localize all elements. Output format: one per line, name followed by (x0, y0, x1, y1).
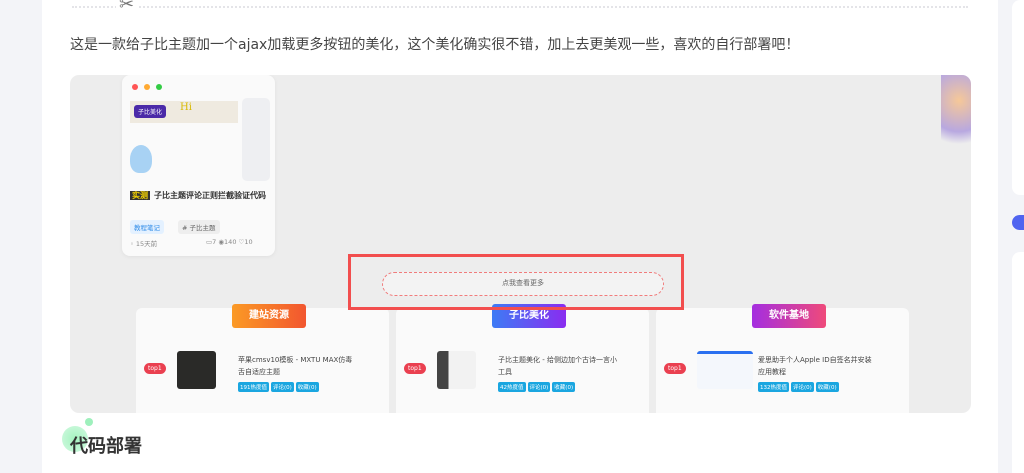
tag-chip[interactable]: # 子比主题 (178, 220, 220, 234)
mascot-image (941, 75, 971, 160)
post-time: ◦ 15天前 (130, 240, 158, 248)
post-stats: ▭7 ◉140 ♡10 (206, 238, 253, 246)
post-badge: 实测 (130, 191, 150, 200)
item-title[interactable]: 爱思助手个人Apple ID自签名并安装应用教程 (758, 354, 878, 378)
post-card: 子比美化 Hi 实测 子比主题评论正则拦截验证代码 教程笔记 # 子比主题 ◦ 1… (122, 75, 275, 256)
rank-badge: top1 (144, 363, 166, 374)
item-badges: 191热度值 评论(0) 收藏(0) (238, 382, 319, 392)
item-title[interactable]: 子比主题美化 - 给侧边加个古诗一言小工具 (498, 354, 618, 378)
column-ribbon[interactable]: 软件基地 (752, 304, 826, 328)
intro-paragraph: 这是一款给子比主题加一个ajax加载更多按钮的美化，这个美化确实很不错，加上去更… (70, 37, 800, 53)
column-ribbon[interactable]: 建站资源 (232, 304, 306, 328)
category-chip[interactable]: 教程笔记 (130, 220, 164, 234)
rank-badge: top1 (404, 363, 426, 374)
avatar (130, 145, 152, 173)
post-thumbnail[interactable] (177, 351, 216, 389)
banner-hi: Hi (180, 102, 192, 113)
article-content: ✂ 这是一款给子比主题加一个ajax加载更多按钮的美化，这个美化确实很不错，加上… (42, 0, 998, 473)
heading-decoration (85, 418, 93, 426)
sidebar-badge[interactable] (1012, 215, 1024, 230)
divider (72, 6, 968, 8)
post-banner: 子比美化 Hi (130, 101, 238, 123)
post-thumbnail[interactable] (697, 351, 753, 389)
item-title[interactable]: 苹果cmsv10模板 - MXTU MAX仿毒舌自适应主题 (238, 354, 358, 378)
item-badges: 42热度值 评论(0) 收藏(0) (498, 382, 576, 392)
scissors-icon: ✂ (116, 0, 138, 15)
post-title[interactable]: 实测 子比主题评论正则拦截验证代码 (130, 189, 270, 202)
demo-screenshot: 子比美化 Hi 实测 子比主题评论正则拦截验证代码 教程笔记 # 子比主题 ◦ 1… (70, 75, 971, 413)
banner-tag: 子比美化 (134, 105, 167, 118)
post-thumbnail[interactable] (437, 351, 476, 389)
section-heading: 代码部署 (70, 436, 142, 457)
sidebar-card (1012, 252, 1024, 473)
ranking-column: 子比美化 top1 子比主题美化 - 给侧边加个古诗一言小工具 42热度值 评论(… (396, 304, 649, 413)
ranking-column: 软件基地 top1 爱思助手个人Apple ID自签名并安装应用教程 132热度… (656, 304, 909, 413)
side-panel (242, 98, 270, 181)
highlight-box (348, 254, 684, 310)
sidebar-card (1012, 0, 1024, 195)
post-title-text: 子比主题评论正则拦截验证代码 (154, 191, 266, 200)
ranking-column: 建站资源 top1 苹果cmsv10模板 - MXTU MAX仿毒舌自适应主题 … (136, 304, 389, 413)
rank-badge: top1 (664, 363, 686, 374)
item-badges: 132热度值 评论(0) 收藏(0) (758, 382, 839, 392)
